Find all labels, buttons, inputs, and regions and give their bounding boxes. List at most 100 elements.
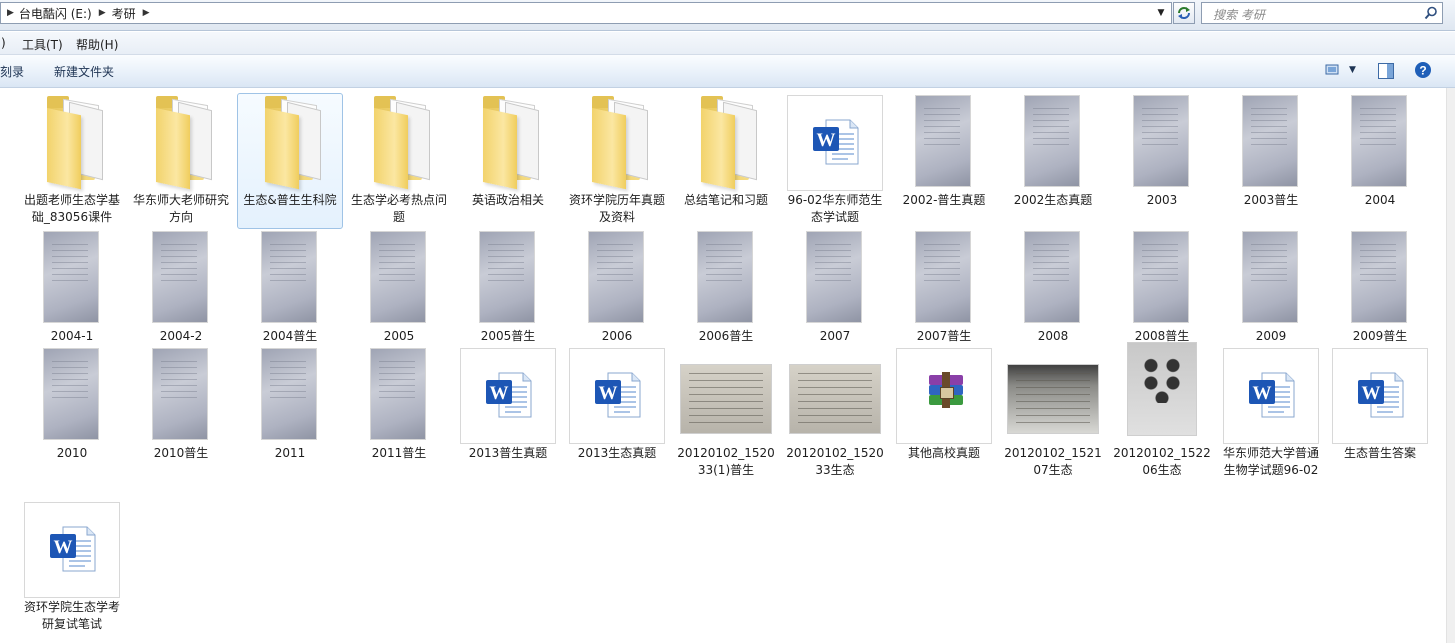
item-icon[interactable] bbox=[783, 341, 887, 445]
item-icon[interactable] bbox=[238, 341, 342, 445]
file-item[interactable]: 2009 bbox=[1219, 224, 1323, 345]
item-icon[interactable]: W bbox=[20, 495, 124, 599]
file-item[interactable]: 资环学院历年真题及资料 bbox=[565, 88, 669, 226]
item-icon[interactable] bbox=[20, 88, 124, 192]
file-item[interactable]: 2010普生 bbox=[129, 341, 233, 462]
file-item[interactable]: 2007 bbox=[783, 224, 887, 345]
item-icon[interactable] bbox=[1328, 224, 1432, 328]
file-item[interactable]: 总结笔记和习题 bbox=[674, 88, 778, 209]
file-item[interactable]: 生态&普生生科院 bbox=[237, 88, 343, 229]
file-item[interactable]: 华东师大老师研究方向 bbox=[129, 88, 233, 226]
breadcrumb-drive[interactable]: 台电酷闪 (E:) bbox=[19, 5, 92, 22]
item-icon[interactable]: W bbox=[456, 341, 560, 445]
item-icon[interactable] bbox=[1001, 224, 1105, 328]
refresh-button[interactable] bbox=[1173, 2, 1195, 24]
item-icon[interactable] bbox=[1110, 224, 1214, 328]
file-item[interactable]: 2008普生 bbox=[1110, 224, 1214, 345]
address-dropdown-icon[interactable]: ▼ bbox=[1153, 5, 1169, 21]
view-dropdown-icon[interactable]: ▼ bbox=[1349, 65, 1356, 75]
item-icon[interactable] bbox=[456, 224, 560, 328]
file-item[interactable]: 2009普生 bbox=[1328, 224, 1432, 345]
file-item[interactable]: 2006 bbox=[565, 224, 669, 345]
item-icon[interactable] bbox=[238, 88, 342, 192]
item-icon[interactable] bbox=[674, 224, 778, 328]
item-icon[interactable] bbox=[565, 224, 669, 328]
file-item[interactable]: 2004普生 bbox=[238, 224, 342, 345]
search-icon[interactable] bbox=[1424, 6, 1438, 20]
item-icon[interactable] bbox=[1001, 88, 1105, 192]
breadcrumb-folder[interactable]: 考研 bbox=[112, 5, 136, 22]
file-item[interactable]: 20120102_152107生态 bbox=[1001, 341, 1105, 479]
item-icon[interactable] bbox=[1328, 88, 1432, 192]
file-item[interactable]: 英语政治相关 bbox=[456, 88, 560, 209]
item-icon[interactable] bbox=[1219, 224, 1323, 328]
item-icon[interactable] bbox=[347, 88, 451, 192]
help-icon[interactable]: ? bbox=[1414, 61, 1432, 79]
file-item[interactable]: 2005普生 bbox=[456, 224, 560, 345]
file-item[interactable]: W 2013普生真题 bbox=[456, 341, 560, 462]
breadcrumb-arrow-icon[interactable]: ▶ bbox=[7, 8, 14, 18]
file-item[interactable]: 2004-2 bbox=[129, 224, 233, 345]
item-icon[interactable] bbox=[20, 341, 124, 445]
scrollbar[interactable] bbox=[1446, 88, 1455, 643]
item-icon[interactable] bbox=[892, 341, 996, 445]
file-item[interactable]: 2007普生 bbox=[892, 224, 996, 345]
file-item[interactable]: W 生态普生答案 bbox=[1328, 341, 1432, 462]
item-icon[interactable] bbox=[238, 224, 342, 328]
file-item[interactable]: 2010 bbox=[20, 341, 124, 462]
item-icon[interactable] bbox=[129, 88, 233, 192]
item-icon[interactable]: W bbox=[1328, 341, 1432, 445]
menu-item-tools[interactable]: 工具(T) bbox=[22, 36, 63, 53]
file-item[interactable]: 2011 bbox=[238, 341, 342, 462]
new-folder-button[interactable]: 新建文件夹 bbox=[54, 63, 114, 80]
file-item[interactable]: 2003普生 bbox=[1219, 88, 1323, 209]
file-item[interactable]: 2002生态真题 bbox=[1001, 88, 1105, 209]
item-icon[interactable] bbox=[347, 224, 451, 328]
file-item[interactable]: 20120102_152033(1)普生 bbox=[674, 341, 778, 479]
file-item[interactable]: W 96-02华东师范生态学试题 bbox=[783, 88, 887, 226]
file-item[interactable]: 20120102_152033生态 bbox=[783, 341, 887, 479]
item-icon[interactable] bbox=[456, 88, 560, 192]
menu-item-partial[interactable]: ) bbox=[1, 36, 6, 50]
change-view-icon[interactable] bbox=[1325, 63, 1341, 77]
item-icon[interactable]: W bbox=[783, 88, 887, 192]
file-item[interactable]: 2006普生 bbox=[674, 224, 778, 345]
item-icon[interactable] bbox=[565, 88, 669, 192]
breadcrumb-separator-icon[interactable]: ▶ bbox=[99, 8, 106, 18]
file-item[interactable]: 其他高校真题 bbox=[892, 341, 996, 462]
address-field[interactable]: ▶ 台电酷闪 (E:) ▶ 考研 ▶ bbox=[0, 2, 1172, 24]
item-icon[interactable] bbox=[674, 341, 778, 445]
breadcrumb-separator-icon[interactable]: ▶ bbox=[143, 8, 150, 18]
file-item[interactable]: 2008 bbox=[1001, 224, 1105, 345]
file-item[interactable]: 2004 bbox=[1328, 88, 1432, 209]
file-item[interactable]: W 华东师范大学普通生物学试题96-02 bbox=[1219, 341, 1323, 479]
file-item[interactable]: 2002-普生真题 bbox=[892, 88, 996, 209]
item-icon[interactable] bbox=[1001, 341, 1105, 445]
file-item[interactable]: 2003 bbox=[1110, 88, 1214, 209]
item-icon[interactable] bbox=[1219, 88, 1323, 192]
item-icon[interactable] bbox=[129, 224, 233, 328]
item-icon[interactable]: W bbox=[565, 341, 669, 445]
item-icon[interactable] bbox=[892, 224, 996, 328]
file-item[interactable]: W 资环学院生态学考研复试笔试 bbox=[20, 495, 124, 633]
search-box[interactable]: 搜索 考研 bbox=[1201, 2, 1443, 24]
item-icon[interactable] bbox=[347, 341, 451, 445]
item-icon[interactable] bbox=[20, 224, 124, 328]
item-icon[interactable] bbox=[783, 224, 887, 328]
item-icon[interactable] bbox=[129, 341, 233, 445]
menu-item-help[interactable]: 帮助(H) bbox=[76, 36, 118, 53]
item-icon[interactable] bbox=[1110, 88, 1214, 192]
item-icon[interactable] bbox=[674, 88, 778, 192]
file-item[interactable]: 生态学必考热点问题 bbox=[347, 88, 451, 226]
item-icon[interactable] bbox=[892, 88, 996, 192]
burn-button[interactable]: 刻录 bbox=[0, 63, 24, 80]
item-icon[interactable] bbox=[1110, 341, 1214, 445]
item-icon[interactable]: W bbox=[1219, 341, 1323, 445]
file-item[interactable]: 出题老师生态学基础_83056课件 bbox=[20, 88, 124, 226]
preview-pane-icon[interactable] bbox=[1378, 63, 1394, 79]
file-item[interactable]: 2011普生 bbox=[347, 341, 451, 462]
file-item[interactable]: 2005 bbox=[347, 224, 451, 345]
file-item[interactable]: 20120102_152206生态 bbox=[1110, 341, 1214, 479]
file-item[interactable]: W 2013生态真题 bbox=[565, 341, 669, 462]
file-item[interactable]: 2004-1 bbox=[20, 224, 124, 345]
